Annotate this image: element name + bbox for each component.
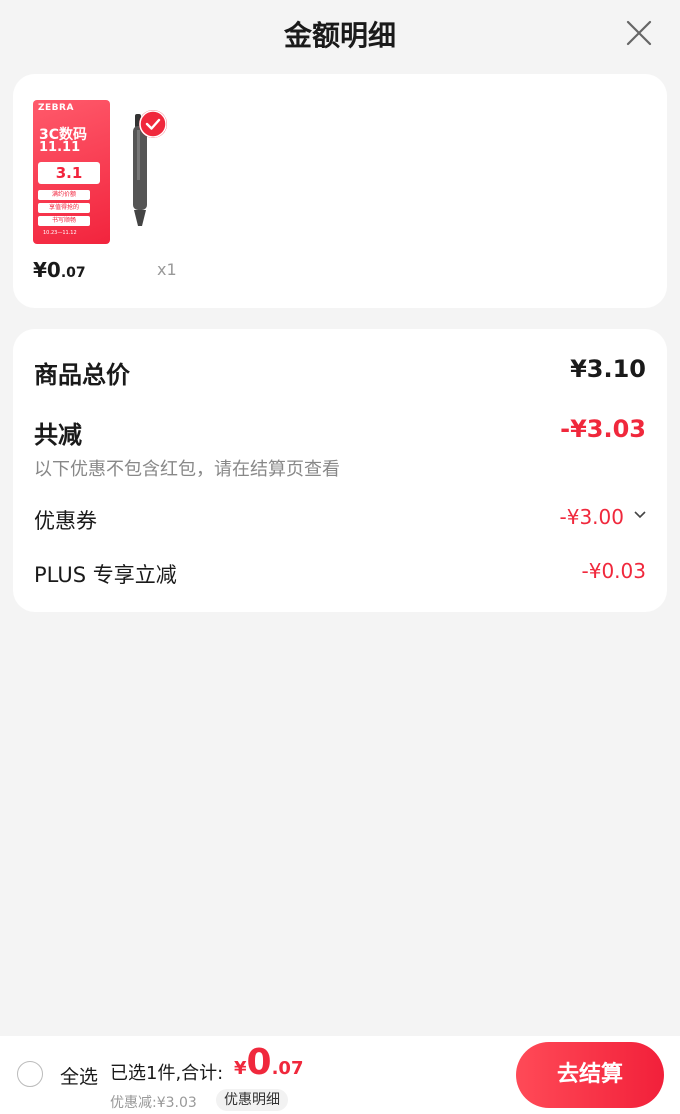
header: 金额明细 bbox=[0, 0, 680, 70]
page-title: 金额明细 bbox=[283, 19, 396, 52]
select-all-label[interactable]: 全选 bbox=[60, 1062, 98, 1089]
products-card: ZEBRA 3C数码 11.11 3.1 满约价额 享值得抢的 书写顺畅 10.… bbox=[13, 74, 667, 308]
chevron-down-icon[interactable] bbox=[634, 511, 646, 519]
product-price: ¥0.07 bbox=[33, 258, 86, 282]
coupon-label: 优惠券 bbox=[34, 509, 97, 533]
discount-note: 以下优惠不包含红包，请在结算页查看 bbox=[34, 459, 340, 480]
total-value: ¥3.10 bbox=[570, 355, 646, 383]
selected-check-icon[interactable] bbox=[139, 110, 167, 138]
close-icon[interactable] bbox=[624, 18, 654, 48]
promo-date: 10.23—11.12 bbox=[43, 230, 77, 236]
coupon-value: -¥3.00 bbox=[559, 505, 624, 529]
discount-detail-button[interactable]: 优惠明细 bbox=[216, 1089, 288, 1111]
promo-subtitle: 11.11 bbox=[39, 140, 81, 155]
amount-summary-card: 商品总价 ¥3.10 共减 -¥3.03 以下优惠不包含红包，请在结算页查看 优… bbox=[13, 329, 667, 612]
checkout-button[interactable]: 去结算 bbox=[516, 1042, 664, 1108]
product-quantity: x1 bbox=[157, 260, 177, 279]
reduce-label: 共减 bbox=[34, 421, 82, 449]
promo-line: 满约价额 bbox=[38, 190, 90, 200]
reduce-value: -¥3.03 bbox=[560, 415, 646, 443]
select-all-radio[interactable] bbox=[17, 1061, 43, 1087]
promo-line: 书写顺畅 bbox=[38, 216, 90, 226]
plus-value: -¥0.03 bbox=[581, 559, 646, 583]
selected-count: 已选1件,合计: bbox=[110, 1063, 224, 1084]
product-image-zebra-promo[interactable]: ZEBRA 3C数码 11.11 3.1 满约价额 享值得抢的 书写顺畅 10.… bbox=[33, 100, 110, 244]
brand-logo: ZEBRA bbox=[38, 103, 74, 113]
total-price: ¥0.07 bbox=[234, 1042, 304, 1083]
total-label: 商品总价 bbox=[34, 361, 130, 389]
promo-badge: 3.1 bbox=[38, 162, 100, 184]
saved-amount: 优惠减:¥3.03 bbox=[110, 1095, 197, 1111]
promo-line: 享值得抢的 bbox=[38, 203, 90, 213]
bottom-bar: 全选 已选1件,合计: ¥0.07 优惠减:¥3.03 优惠明细 去结算 bbox=[0, 1036, 680, 1114]
plus-label: PLUS 专享立减 bbox=[34, 563, 177, 587]
